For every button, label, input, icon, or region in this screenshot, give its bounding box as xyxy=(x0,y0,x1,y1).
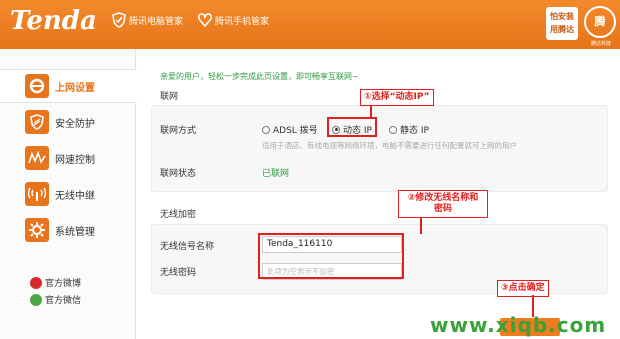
status-value: 已联网 xyxy=(262,169,290,179)
weibo-label: 官方微博 xyxy=(45,279,82,289)
annotation-arrow xyxy=(420,216,422,234)
sidebar-item-system[interactable]: 系统管理 xyxy=(0,213,136,247)
annotation-box-wireless xyxy=(258,233,404,279)
sidebar-item-relay[interactable]: 无线中继 xyxy=(0,177,136,211)
wechat-link[interactable]: 官方微信 xyxy=(30,293,81,306)
wifi-relay-icon xyxy=(25,182,49,206)
heart-shield-icon xyxy=(198,13,212,28)
install-badge[interactable]: 怕安装 用腾达 xyxy=(546,7,578,40)
sidebar-item-security[interactable]: 安全防护 xyxy=(0,105,136,139)
wechat-icon xyxy=(30,293,42,306)
annotation-step1: ①选择“动态IP” xyxy=(360,89,434,106)
dhcp-hint: 适用于酒店、有线电视等网络环境，电脑不需要进行任何配置就可上网的用户 xyxy=(262,141,517,150)
gear-icon xyxy=(25,218,49,242)
wireless-section-title: 无线加密 xyxy=(160,210,197,220)
conn-mode-label: 联网方式 xyxy=(160,126,197,136)
phone-manager-label: 腾讯手机管家 xyxy=(215,16,270,27)
ssid-label: 无线信号名称 xyxy=(160,242,215,252)
radio-static[interactable]: 静态 IP xyxy=(389,123,429,136)
weibo-icon xyxy=(30,276,42,289)
weibo-link[interactable]: 官方微博 xyxy=(30,276,81,289)
phone-manager-badge: 腾讯手机管家 xyxy=(198,11,269,29)
pc-manager-label: 腾讯电脑管家 xyxy=(129,16,184,27)
annotation-step2: ②修改无线名称和 密码 xyxy=(398,190,488,218)
tenda-logo: Tenda xyxy=(10,6,97,36)
sidebar-item-internet[interactable]: 上网设置 xyxy=(0,69,137,103)
radio-adsl[interactable]: ADSL 拨号 xyxy=(262,123,318,136)
sidebar-item-label: 无线中继 xyxy=(55,190,95,202)
ie-icon xyxy=(25,74,49,98)
shield-icon xyxy=(25,110,49,134)
annotation-step2-line1: ②修改无线名称和 xyxy=(407,193,479,203)
radio-dot xyxy=(389,125,397,134)
install-line1: 怕安装 xyxy=(550,12,574,21)
sidebar-item-label: 网速控制 xyxy=(55,154,95,166)
sidebar: 上网设置 安全防护 网速控制 无线中继 系统管理 官方微博 官方微信 xyxy=(0,49,137,339)
annotation-step3: ③点击确定 xyxy=(497,280,549,297)
brand-emblem: 腾 xyxy=(584,6,616,38)
status-label: 联网状态 xyxy=(160,169,197,179)
install-line2: 用腾达 xyxy=(550,25,574,34)
radio-dot xyxy=(262,125,270,134)
sidebar-item-label: 系统管理 xyxy=(55,226,95,238)
speed-icon xyxy=(25,146,49,170)
shield-icon xyxy=(112,12,126,28)
network-section-title: 联网 xyxy=(160,92,179,102)
pc-manager-badge: 腾讯电脑管家 xyxy=(112,11,183,29)
top-header: Tenda 腾讯电脑管家 腾讯手机管家 怕安装 用腾达 腾 腾达科技 xyxy=(0,0,620,49)
sidebar-item-speed[interactable]: 网速控制 xyxy=(0,141,136,175)
sidebar-item-label: 上网设置 xyxy=(55,82,95,94)
password-label: 无线密码 xyxy=(160,268,197,278)
sidebar-item-label: 安全防护 xyxy=(55,118,95,130)
brand-caption: 腾达科技 xyxy=(590,41,611,47)
welcome-text: 亲爱的用户，轻松一步完成此页设置，即可畅享互联网~ xyxy=(160,72,359,81)
wechat-label: 官方微信 xyxy=(45,296,82,306)
annotation-step2-line2: 密码 xyxy=(433,204,452,214)
site-watermark: www.xiqb.com xyxy=(430,313,607,337)
annotation-box-dhcp xyxy=(327,117,377,137)
annotation-arrow xyxy=(370,104,372,118)
radio-adsl-label: ADSL 拨号 xyxy=(273,126,318,136)
radio-static-label: 静态 IP xyxy=(400,126,429,136)
